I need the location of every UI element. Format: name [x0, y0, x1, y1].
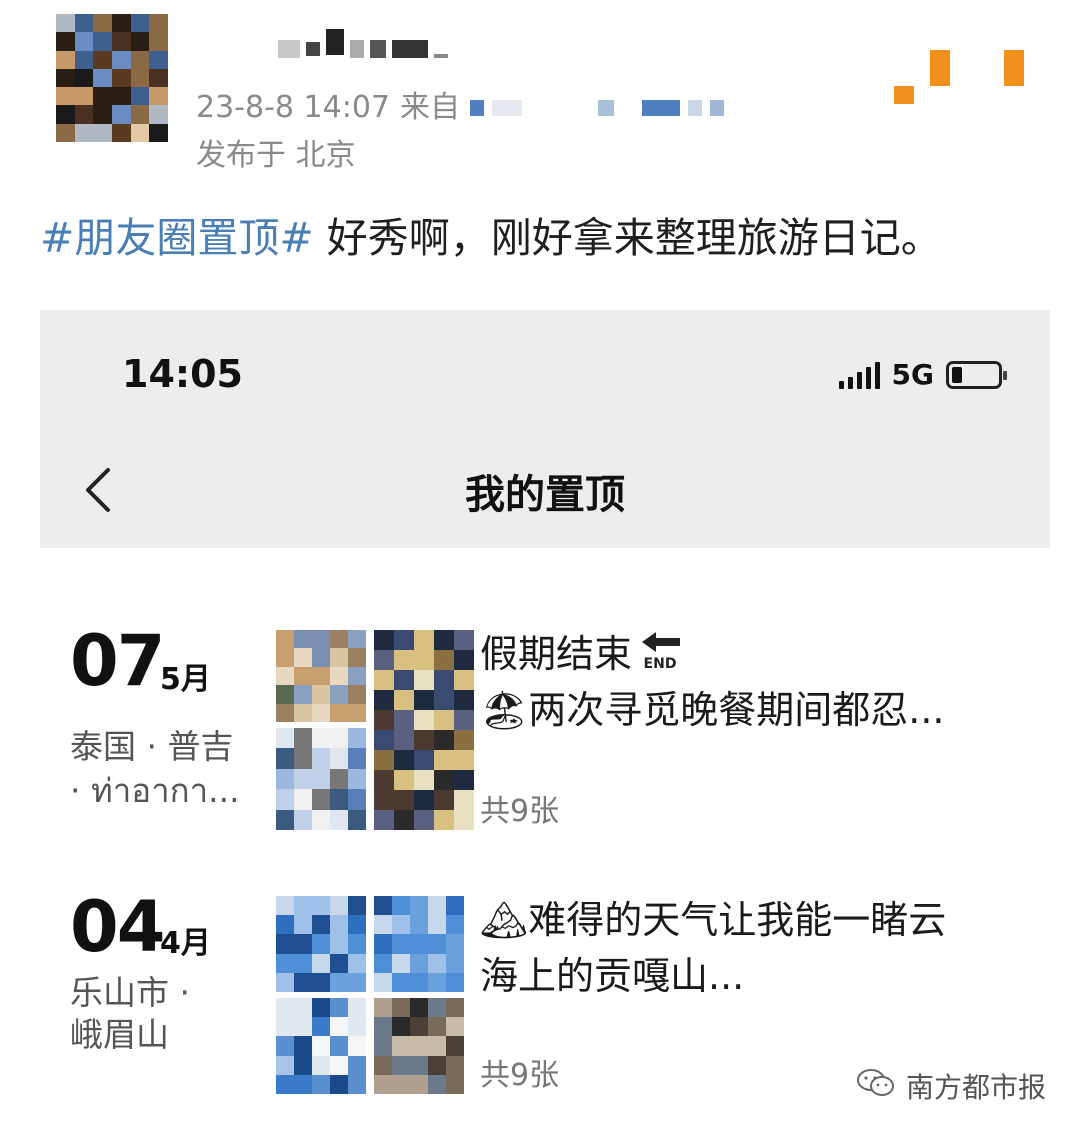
entry-month: 4月 — [160, 926, 211, 961]
post-meta: 23-8-8 14:07 来自 — [196, 88, 724, 128]
photo-count: 共9张 — [480, 1058, 560, 1093]
post-timestamp: 23-8-8 14:07 — [196, 90, 390, 125]
network-type: 5G — [891, 358, 934, 391]
entry-title-line1: 假期结束 END — [480, 626, 684, 685]
wechat-icon — [856, 1067, 896, 1106]
entry-title-line1: 🏔难得的天气让我能一睹云 — [480, 898, 947, 942]
photo-thumbnail[interactable] — [276, 728, 366, 830]
photo-count: 共9张 — [480, 794, 560, 829]
entry-title-line2: 🏖两次寻觅晚餐期间都忍... — [480, 688, 945, 732]
nav-header: 14:05 5G 我的置顶 — [40, 310, 1050, 548]
entry-day: 04 — [70, 886, 165, 968]
username-redacted[interactable] — [278, 28, 448, 70]
photo-thumbnail[interactable] — [276, 630, 366, 722]
mountain-icon: 🏔 — [480, 898, 529, 942]
page-title: 我的置顶 — [465, 472, 625, 518]
status-bar: 5G — [838, 358, 1007, 391]
photo-thumbnail[interactable] — [374, 630, 474, 830]
entry-month: 5月 — [160, 662, 211, 697]
post-body: #朋友圈置顶# 好秀啊，刚好拿来整理旅游日记。 — [40, 210, 942, 266]
beach-icon: 🏖 — [480, 688, 529, 732]
photo-thumbnails[interactable] — [276, 630, 474, 830]
entry-place-line2: · ท่าอากา... — [70, 771, 240, 810]
post-location: 发布于 北京 — [196, 138, 356, 173]
photo-thumbnails[interactable] — [276, 896, 464, 1094]
more-menu-icon[interactable] — [890, 48, 1030, 108]
entry-place-line1: 泰国 · 普吉 — [70, 727, 234, 766]
hashtag-link[interactable]: #朋友圈置顶# — [40, 214, 314, 262]
photo-thumbnail[interactable] — [374, 896, 464, 992]
status-time: 14:05 — [122, 352, 243, 396]
battery-icon — [946, 360, 1007, 389]
svg-text:END: END — [644, 656, 677, 670]
post-text: 好秀啊，刚好拿来整理旅游日记。 — [313, 214, 942, 262]
entry-title-line2: 海上的贡嘎山... — [480, 954, 745, 998]
post-source-redacted[interactable] — [470, 100, 724, 116]
avatar[interactable] — [56, 14, 168, 142]
entry-place-line2: 峨眉山 — [70, 1015, 169, 1054]
embedded-screenshot: 14:05 5G 我的置顶 07 5月 泰国 · 普吉 · ท่าอากา... — [40, 310, 1050, 1110]
watermark-text: 南方都市报 — [905, 1071, 1046, 1104]
photo-thumbnail[interactable] — [276, 998, 366, 1094]
post-source-prefix: 来自 — [400, 90, 460, 125]
watermark: 南方都市报 — [856, 1066, 1046, 1106]
entry-day: 07 — [70, 620, 165, 702]
signal-icon — [838, 361, 880, 389]
photo-thumbnail[interactable] — [276, 896, 366, 992]
entry-place-line1: 乐山市 · — [70, 973, 190, 1012]
list-item[interactable]: 07 5月 泰国 · 普吉 · ท่าอากา... 假期结束 END 🏖两次寻觅… — [40, 610, 1050, 840]
end-arrow-icon: END — [638, 629, 684, 685]
photo-thumbnail[interactable] — [374, 998, 464, 1094]
